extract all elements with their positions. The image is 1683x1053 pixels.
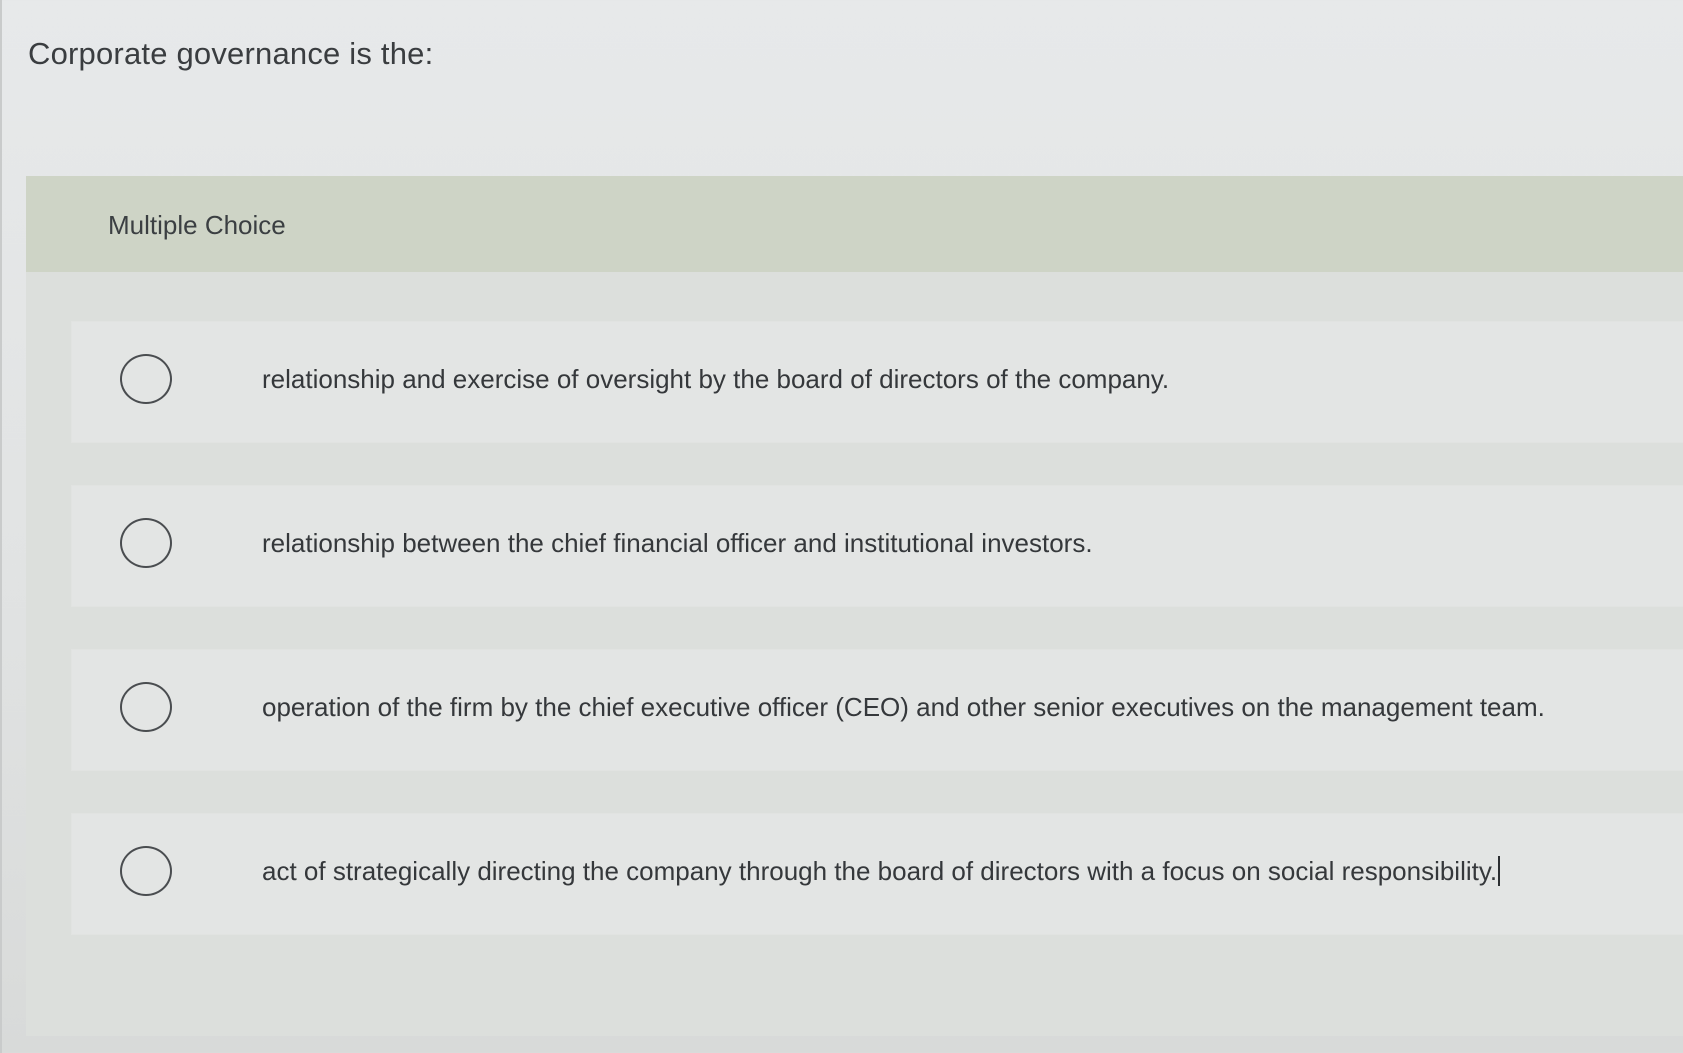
choice-option-2[interactable]: relationship between the chief financial… — [72, 486, 1683, 606]
frame-edge — [0, 0, 2, 1053]
choice-label-4: act of strategically directing the compa… — [262, 856, 1498, 886]
choice-option-3[interactable]: operation of the firm by the chief execu… — [72, 650, 1683, 770]
choice-option-4[interactable]: act of strategically directing the compa… — [72, 814, 1683, 934]
multiple-choice-panel: Multiple Choice relationship and exercis… — [26, 176, 1683, 1036]
multiple-choice-label: Multiple Choice — [108, 210, 286, 240]
radio-button-option-1[interactable] — [120, 354, 172, 404]
choice-option-1[interactable]: relationship and exercise of oversight b… — [72, 322, 1683, 442]
choice-label-1: relationship and exercise of oversight b… — [262, 364, 1170, 394]
text-cursor — [1498, 856, 1501, 886]
radio-button-option-4[interactable] — [120, 846, 172, 896]
choice-label-4-wrapper: act of strategically directing the compa… — [262, 856, 1501, 887]
radio-button-option-3[interactable] — [120, 682, 172, 732]
question-text: Corporate governance is the: — [28, 36, 434, 71]
choice-label-2: relationship between the chief financial… — [262, 528, 1093, 558]
choice-label-3: operation of the firm by the chief execu… — [262, 692, 1545, 722]
multiple-choice-header: Multiple Choice — [26, 176, 1683, 272]
radio-button-option-2[interactable] — [120, 518, 172, 568]
